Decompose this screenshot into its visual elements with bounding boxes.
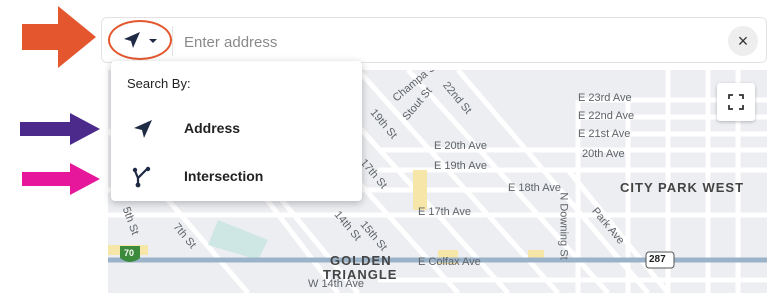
- fullscreen-button[interactable]: [717, 83, 755, 121]
- dropdown-item-address[interactable]: Address: [111, 109, 362, 149]
- dropdown-item-label: Address: [184, 120, 241, 136]
- dropdown-title: Search By:: [127, 76, 191, 91]
- map-label: E Colfax Ave: [418, 256, 481, 268]
- map-label: N Downing St: [557, 192, 570, 260]
- us-route-shield-label: 287: [649, 254, 666, 265]
- map-label: E 22nd Ave: [578, 110, 635, 122]
- pink-annotation-arrow-icon: [22, 163, 100, 195]
- purple-annotation-arrow-icon: [20, 113, 100, 145]
- map-label: E 21st Ave: [578, 128, 631, 140]
- interstate-shield-label: 70: [124, 248, 135, 258]
- divider: [172, 26, 173, 56]
- dropdown-item-label: Intersection: [184, 168, 264, 184]
- map-label: E 19th Ave: [434, 160, 488, 172]
- chevron-down-icon: [149, 39, 157, 43]
- clear-button[interactable]: ×: [728, 26, 758, 56]
- search-mode-button[interactable]: [108, 20, 172, 60]
- map-label: E 18th Ave: [508, 182, 562, 194]
- map-label: E 23rd Ave: [578, 92, 632, 104]
- map-label-neighborhood: GOLDEN: [330, 253, 392, 268]
- orange-annotation-arrow-icon: [22, 6, 96, 68]
- search-by-dropdown: Search By: Address Intersection: [111, 61, 362, 201]
- map-label-neighborhood: CITY PARK WEST: [620, 180, 745, 195]
- address-search-bar: ×: [101, 17, 767, 63]
- fullscreen-icon: [728, 94, 744, 110]
- dropdown-item-intersection[interactable]: Intersection: [111, 157, 362, 197]
- map-label: W 14th Ave: [308, 278, 365, 290]
- map-label: E 17th Ave: [418, 206, 472, 218]
- navigation-arrow-icon: [124, 32, 140, 48]
- map-label: E 20th Ave: [434, 140, 488, 152]
- fork-icon: [132, 166, 151, 188]
- map-label: 20th Ave: [582, 148, 625, 160]
- navigation-arrow-icon: [134, 120, 152, 138]
- address-input[interactable]: [182, 26, 706, 58]
